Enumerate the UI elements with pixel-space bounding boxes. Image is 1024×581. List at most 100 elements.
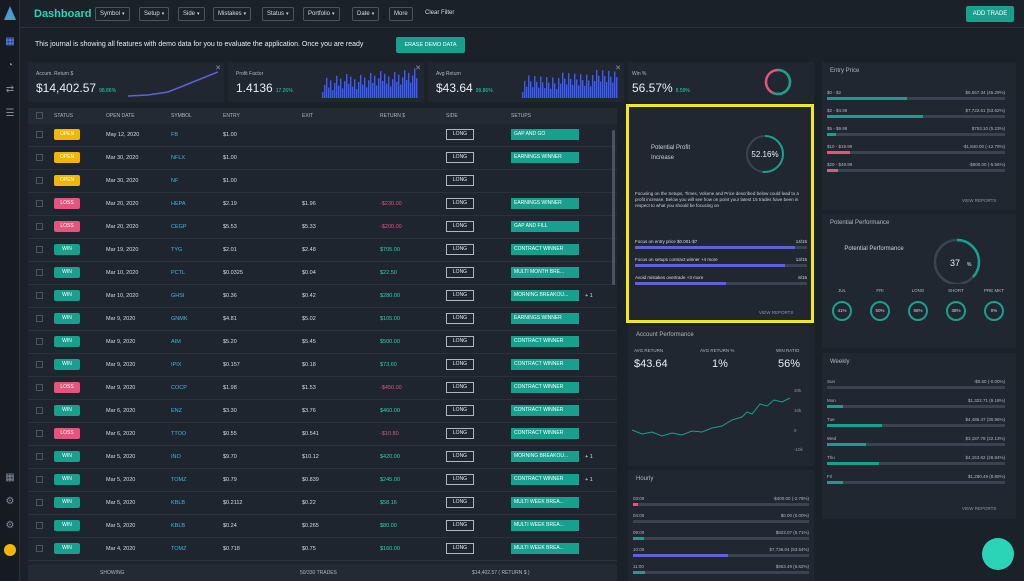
symbol-link[interactable]: TYG	[171, 247, 182, 253]
table-scrollbar[interactable]	[612, 130, 615, 285]
symbol-link[interactable]: TOMZ	[171, 546, 186, 552]
chat-bubble-icon[interactable]	[982, 538, 1014, 570]
table-row[interactable]: WIN Mar 10, 2020 PCTL $0.0325 $0.04 $22.…	[28, 262, 617, 285]
sliders-icon[interactable]: ☰	[4, 108, 16, 120]
row-checkbox[interactable]	[36, 476, 43, 483]
setup-tag[interactable]: CONTRACT WINNER	[511, 382, 579, 393]
setup-tag[interactable]: CONTRACT WINNER	[511, 336, 579, 347]
row-checkbox[interactable]	[36, 223, 43, 230]
more-setups[interactable]: + 1	[585, 454, 593, 460]
table-row[interactable]: WIN Mar 5, 2020 KBLB $0.2112 $0.22 $58.1…	[28, 492, 617, 515]
settings-icon[interactable]: ⚙	[4, 520, 16, 532]
setup-tag[interactable]: MULTI WEEK BREA...	[511, 520, 579, 531]
symbol-link[interactable]: KBLB	[171, 500, 185, 506]
filter-more[interactable]: More	[389, 7, 413, 21]
table-row[interactable]: LOSS Mar 20, 2020 HEPA $2.19 $1.96 -$230…	[28, 193, 617, 216]
table-row[interactable]: LOSS Mar 20, 2020 CEGP $5.53 $5.33 -$200…	[28, 216, 617, 239]
setup-tag[interactable]: EARNINGS WINNER	[511, 198, 579, 209]
table-row[interactable]: WIN Mar 5, 2020 INO $9.70 $10.12 $420.00…	[28, 446, 617, 469]
row-checkbox[interactable]	[36, 200, 43, 207]
setup-tag[interactable]: CONTRACT WINNER	[511, 359, 579, 370]
table-row[interactable]: WIN Mar 5, 2020 TOMZ $0.79 $0.839 $245.0…	[28, 469, 617, 492]
avatar[interactable]	[4, 544, 16, 556]
row-checkbox[interactable]	[36, 545, 43, 552]
gear-icon[interactable]: ⚙	[4, 496, 16, 508]
col-setups[interactable]: SETUPS	[511, 113, 531, 119]
row-checkbox[interactable]	[36, 407, 43, 414]
col-entry[interactable]: ENTRY	[223, 113, 240, 119]
col-symbol[interactable]: SYMBOL	[171, 113, 192, 119]
view-reports-link[interactable]: VIEW REPORTS	[759, 310, 793, 315]
symbol-link[interactable]: NF	[171, 178, 178, 184]
setup-tag[interactable]: MORNING BREAKOU...	[511, 451, 579, 462]
setup-tag[interactable]: CONTRACT WINNER	[511, 428, 579, 439]
add-trade-button[interactable]: ADD TRADE	[966, 6, 1014, 22]
filter-symbol[interactable]: Symbol ▾	[95, 7, 130, 21]
table-row[interactable]: WIN Mar 9, 2020 GNMK $4.81 $5.02 $105.00…	[28, 308, 617, 331]
symbol-link[interactable]: GHSI	[171, 293, 184, 299]
filter-side[interactable]: Side ▾	[178, 7, 205, 21]
setup-tag[interactable]: MULTI WEEK BREA...	[511, 497, 579, 508]
table-row[interactable]: LOSS Mar 9, 2020 COCP $1.98 $1.53 -$450.…	[28, 377, 617, 400]
row-checkbox[interactable]	[36, 430, 43, 437]
col-exit[interactable]: EXIT	[302, 113, 313, 119]
symbol-link[interactable]: GNMK	[171, 316, 188, 322]
row-checkbox[interactable]	[36, 361, 43, 368]
symbol-link[interactable]: AIM	[171, 339, 181, 345]
filter-portfolio[interactable]: Portfolio ▾	[303, 7, 340, 21]
row-checkbox[interactable]	[36, 292, 43, 299]
symbol-link[interactable]: COCP	[171, 385, 187, 391]
apps-icon[interactable]: ▦	[4, 472, 16, 484]
col-open-date[interactable]: OPEN DATE	[106, 113, 135, 119]
setup-tag[interactable]: MULTI WEEK BREA...	[511, 543, 579, 554]
symbol-link[interactable]: TOMZ	[171, 477, 186, 483]
setup-tag[interactable]: GAP AND GO	[511, 129, 579, 140]
select-all-checkbox[interactable]	[36, 112, 43, 119]
table-row[interactable]: OPEN May 12, 2020 FB $1.00 LONG GAP AND …	[28, 124, 617, 147]
row-checkbox[interactable]	[36, 499, 43, 506]
col-return[interactable]: RETURN $	[380, 113, 405, 119]
more-setups[interactable]: + 1	[585, 293, 593, 299]
transfer-icon[interactable]: ⇄	[4, 84, 16, 96]
setup-tag[interactable]: MORNING BREAKOU...	[511, 290, 579, 301]
pie-chart-icon[interactable]: ◔	[4, 60, 16, 72]
symbol-link[interactable]: FB	[171, 132, 178, 138]
symbol-link[interactable]: ENZ	[171, 408, 182, 414]
symbol-link[interactable]: TTOO	[171, 431, 186, 437]
view-reports-link[interactable]: VIEW REPORTS	[962, 198, 996, 203]
table-row[interactable]: OPEN Mar 30, 2020 NF $1.00 LONG	[28, 170, 617, 193]
col-side[interactable]: SIDE	[446, 113, 458, 119]
symbol-link[interactable]: NFLX	[171, 155, 185, 161]
symbol-link[interactable]: HEPA	[171, 201, 186, 207]
more-setups[interactable]: + 1	[585, 477, 593, 483]
table-row[interactable]: WIN Mar 9, 2020 IPIX $0.157 $0.18 $73.60…	[28, 354, 617, 377]
table-row[interactable]: WIN Mar 4, 2020 TOMZ $0.718 $0.75 $160.0…	[28, 538, 617, 561]
table-row[interactable]: LOSS Mar 6, 2020 TTOO $0.55 $0.541 -$10.…	[28, 423, 617, 446]
row-checkbox[interactable]	[36, 315, 43, 322]
row-checkbox[interactable]	[36, 154, 43, 161]
col-status[interactable]: STATUS	[54, 113, 73, 119]
filter-date[interactable]: Date ▾	[352, 7, 380, 21]
symbol-link[interactable]: KBLB	[171, 523, 185, 529]
row-checkbox[interactable]	[36, 246, 43, 253]
row-checkbox[interactable]	[36, 522, 43, 529]
setup-tag[interactable]: EARNINGS WINNER	[511, 152, 579, 163]
row-checkbox[interactable]	[36, 177, 43, 184]
table-row[interactable]: WIN Mar 10, 2020 GHSI $0.36 $0.42 $280.0…	[28, 285, 617, 308]
setup-tag[interactable]: CONTRACT WINNER	[511, 474, 579, 485]
symbol-link[interactable]: IPIX	[171, 362, 181, 368]
row-checkbox[interactable]	[36, 384, 43, 391]
symbol-link[interactable]: INO	[171, 454, 181, 460]
setup-tag[interactable]: CONTRACT WINNER	[511, 405, 579, 416]
symbol-link[interactable]: CEGP	[171, 224, 187, 230]
setup-tag[interactable]: GAP AND FILL	[511, 221, 579, 232]
view-reports-link[interactable]: VIEW REPORTS	[962, 506, 996, 511]
table-row[interactable]: WIN Mar 5, 2020 KBLB $0.24 $0.265 $80.00…	[28, 515, 617, 538]
setup-tag[interactable]: CONTRACT WINNER	[511, 244, 579, 255]
filter-setup[interactable]: Setup ▾	[139, 7, 170, 21]
row-checkbox[interactable]	[36, 453, 43, 460]
table-row[interactable]: WIN Mar 9, 2020 AIM $5.20 $5.45 $500.00 …	[28, 331, 617, 354]
filter-status[interactable]: Status ▾	[262, 7, 294, 21]
setup-tag[interactable]: EARNINGS WINNER	[511, 313, 579, 324]
table-row[interactable]: OPEN Mar 30, 2020 NFLX $1.00 LONG EARNIN…	[28, 147, 617, 170]
